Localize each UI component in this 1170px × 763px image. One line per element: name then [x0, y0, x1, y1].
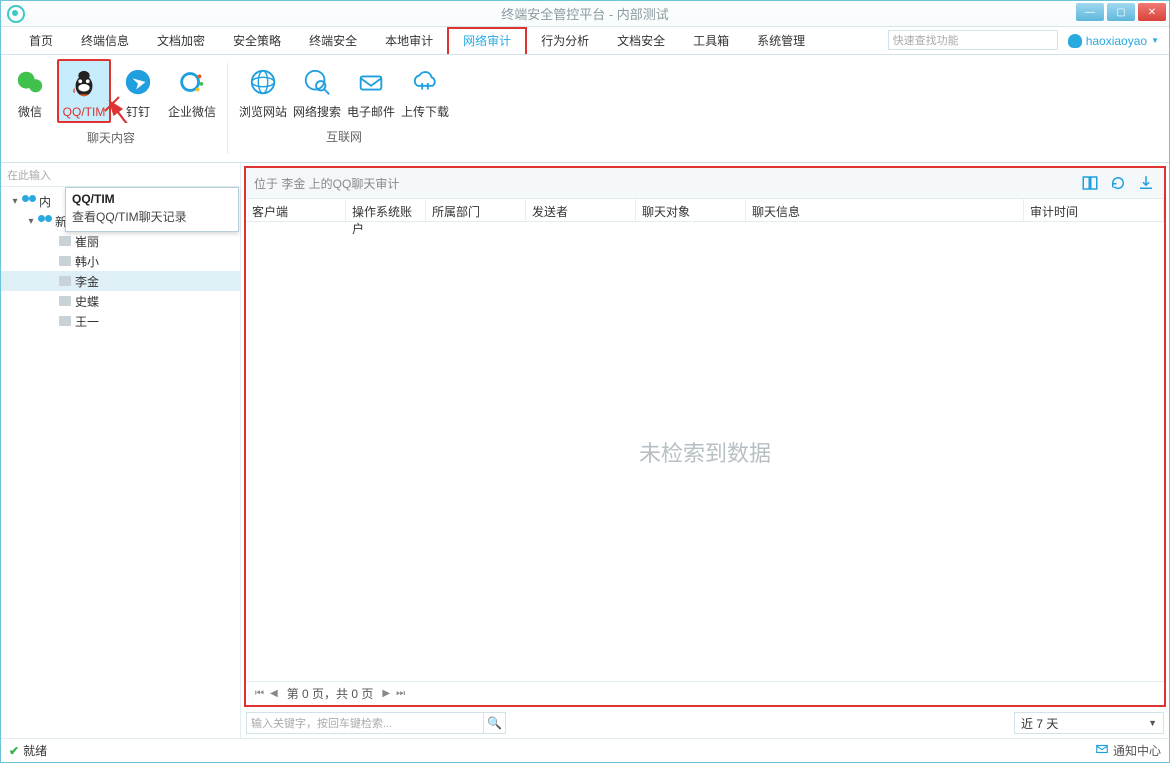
tooltip-body: 查看QQ/TIM聊天记录: [72, 208, 232, 225]
search-globe-icon: [300, 65, 334, 99]
globe-icon: [246, 65, 280, 99]
menu-term-sec[interactable]: 终端安全: [295, 27, 371, 54]
menu-terminal[interactable]: 终端信息: [67, 27, 143, 54]
ribbon-email[interactable]: 电子邮件: [344, 59, 398, 122]
ribbon-upload-download[interactable]: 上传下载: [398, 59, 452, 122]
menu-sys-mgmt[interactable]: 系统管理: [743, 27, 819, 54]
ribbon-wechat[interactable]: 微信: [3, 59, 57, 123]
terminal-icon: [59, 256, 71, 266]
qq-icon: [67, 67, 101, 101]
chevron-down-icon: ▼: [1148, 718, 1157, 728]
app-icon: [7, 5, 25, 23]
tooltip-title: QQ/TIM: [72, 192, 232, 206]
status-ok-icon: ✔: [9, 744, 19, 758]
ribbon-group-chat-label: 聊天内容: [87, 123, 135, 150]
pager: ⏮ ◀ 第 0 页，共 0 页 ▶ ⏭: [246, 681, 1164, 705]
mail-icon: [1095, 742, 1109, 759]
keyword-input[interactable]: 输入关键字，按回车键检索...: [247, 715, 483, 731]
menu-toolbox[interactable]: 工具箱: [679, 27, 743, 54]
pager-prev[interactable]: ◀: [267, 688, 281, 699]
group-icon: [38, 215, 52, 227]
ribbon-dingding[interactable]: 钉钉: [111, 59, 165, 123]
time-range-value: 近 7 天: [1021, 715, 1058, 732]
status-bar: ✔ 就绪 通知中心: [1, 738, 1169, 762]
ribbon-work-wechat[interactable]: 企业微信: [165, 59, 219, 123]
org-tree: QQ/TIM 查看QQ/TIM聊天记录 ▾ 内 ▾ 新媒体一部 (0/5) 崔丽: [1, 187, 240, 335]
cloud-transfer-icon: [408, 65, 442, 99]
ribbon-search[interactable]: 网络搜索: [290, 59, 344, 122]
title-bar: 终端安全管控平台 - 内部测试 — ▢ ✕: [1, 1, 1169, 27]
col-message[interactable]: 聊天信息: [746, 199, 1024, 221]
pager-last[interactable]: ⏭: [393, 688, 408, 699]
notification-center[interactable]: 通知中心: [1095, 742, 1161, 759]
tooltip-qq-tim: QQ/TIM 查看QQ/TIM聊天记录: [65, 187, 239, 232]
user-icon: [1068, 34, 1082, 48]
window-title: 终端安全管控平台 - 内部测试: [1, 4, 1169, 23]
col-client[interactable]: 客户端: [246, 199, 346, 221]
menu-home[interactable]: 首页: [15, 27, 67, 54]
terminal-icon: [59, 296, 71, 306]
content-panel: 位于 李金 上的QQ聊天审计 客户端 操作系统账户 所属部门: [241, 163, 1169, 738]
keyword-search[interactable]: 输入关键字，按回车键检索... 🔍: [246, 712, 506, 734]
refresh-button[interactable]: [1108, 173, 1128, 193]
user-name: haoxiaoyao: [1086, 34, 1147, 48]
menu-net-audit[interactable]: 网络审计: [447, 27, 527, 54]
user-menu[interactable]: haoxiaoyao ▼: [1058, 27, 1169, 54]
audit-title: 位于 李金 上的QQ聊天审计: [254, 175, 399, 192]
pager-next[interactable]: ▶: [379, 688, 393, 699]
menu-behavior[interactable]: 行为分析: [527, 27, 603, 54]
minimize-button[interactable]: —: [1076, 3, 1104, 21]
close-button[interactable]: ✕: [1138, 3, 1166, 21]
menu-local-audit[interactable]: 本地审计: [371, 27, 447, 54]
group-icon: [22, 195, 36, 207]
ribbon: 微信 QQ/TIM 钉钉: [1, 55, 1169, 163]
tree-leaf[interactable]: 韩小: [1, 251, 240, 271]
col-dept[interactable]: 所属部门: [426, 199, 526, 221]
audit-header: 位于 李金 上的QQ聊天审计: [246, 168, 1164, 198]
tree-search-input[interactable]: 在此输入: [1, 163, 240, 187]
maximize-button[interactable]: ▢: [1107, 3, 1135, 21]
export-button[interactable]: [1136, 173, 1156, 193]
tree-panel: 在此输入 QQ/TIM 查看QQ/TIM聊天记录 ▾ 内 ▾ 新媒体一部 (0/…: [1, 163, 241, 738]
ribbon-group-internet-label: 互联网: [326, 122, 362, 149]
email-icon: [354, 65, 388, 99]
col-target[interactable]: 聊天对象: [636, 199, 746, 221]
grid-empty: 未检索到数据: [246, 222, 1164, 681]
pager-text: 第 0 页，共 0 页: [281, 685, 380, 702]
tree-leaf[interactable]: 王一: [1, 311, 240, 331]
audit-container: 位于 李金 上的QQ聊天审计 客户端 操作系统账户 所属部门: [244, 166, 1166, 707]
columns-button[interactable]: [1080, 173, 1100, 193]
time-range-select[interactable]: 近 7 天 ▼: [1014, 712, 1164, 734]
search-icon[interactable]: 🔍: [483, 712, 505, 734]
dingding-icon: [121, 65, 155, 99]
col-sender[interactable]: 发送者: [526, 199, 636, 221]
filter-row: 输入关键字，按回车键检索... 🔍 近 7 天 ▼: [244, 707, 1166, 735]
menu-doc-encrypt[interactable]: 文档加密: [143, 27, 219, 54]
terminal-icon: [59, 236, 71, 246]
col-osuser[interactable]: 操作系统账户: [346, 199, 426, 221]
ribbon-qq-tim[interactable]: QQ/TIM: [57, 59, 111, 123]
menu-bar: 首页 终端信息 文档加密 安全策略 终端安全 本地审计 网络审计 行为分析 文档…: [1, 27, 1169, 55]
menu-security[interactable]: 安全策略: [219, 27, 295, 54]
tree-leaf[interactable]: 崔丽: [1, 231, 240, 251]
quick-search-input[interactable]: 快速查找功能: [888, 30, 1058, 50]
ribbon-browse[interactable]: 浏览网站: [236, 59, 290, 122]
tree-leaf[interactable]: 史蝶: [1, 291, 240, 311]
col-time[interactable]: 审计时间: [1024, 199, 1164, 221]
grid-header: 客户端 操作系统账户 所属部门 发送者 聊天对象 聊天信息 审计时间: [246, 198, 1164, 222]
wechat-icon: [13, 65, 47, 99]
pager-first[interactable]: ⏮: [252, 688, 267, 699]
menu-doc-sec[interactable]: 文档安全: [603, 27, 679, 54]
chevron-down-icon: ▼: [1151, 36, 1159, 45]
terminal-icon: [59, 276, 71, 286]
status-text: 就绪: [23, 742, 47, 759]
tree-leaf-selected[interactable]: 李金: [1, 271, 240, 291]
terminal-icon: [59, 316, 71, 326]
work-wechat-icon: [175, 65, 209, 99]
